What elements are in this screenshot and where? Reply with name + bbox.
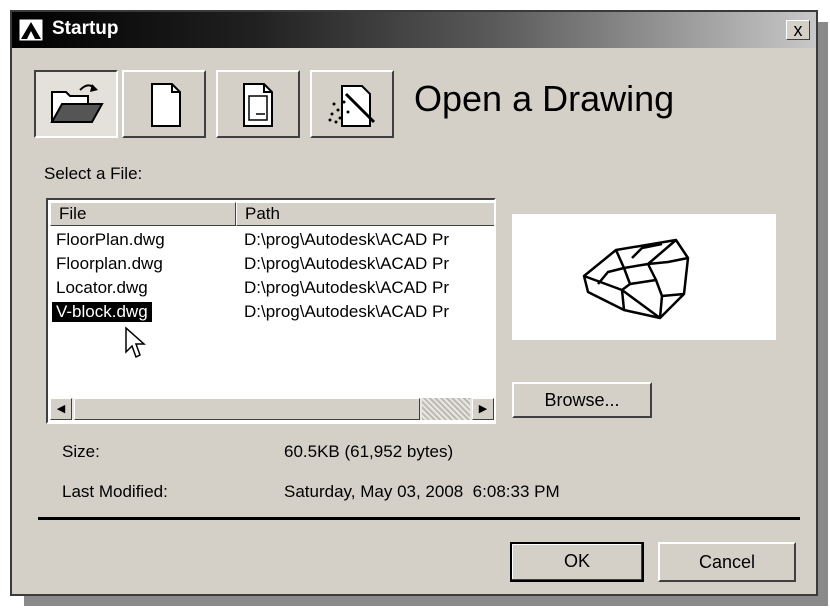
list-item-selected[interactable]: V-block.dwg D:\prog\Autodesk\ACAD Pr xyxy=(48,300,494,324)
ok-button[interactable]: OK xyxy=(510,542,644,582)
browse-button[interactable]: Browse... xyxy=(512,382,652,418)
file-name: FloorPlan.dwg xyxy=(56,230,165,249)
file-path: D:\prog\Autodesk\ACAD Pr xyxy=(244,278,450,297)
v-block-preview-image xyxy=(582,238,690,320)
list-item[interactable]: Floorplan.dwg D:\prog\Autodesk\ACAD Pr xyxy=(48,252,494,276)
file-path: D:\prog\Autodesk\ACAD Pr xyxy=(244,230,450,249)
arrow-right-icon: ▶ xyxy=(478,403,488,415)
scrollbar-track[interactable] xyxy=(422,398,470,420)
startup-dialog: Startup x Open a Drawing Select a File: … xyxy=(10,10,818,596)
use-wizard-button[interactable] xyxy=(310,70,394,138)
file-path: D:\prog\Autodesk\ACAD Pr xyxy=(244,254,450,273)
open-folder-icon xyxy=(50,84,104,123)
mouse-cursor-icon xyxy=(125,326,146,359)
column-header-file[interactable]: File xyxy=(50,202,236,226)
column-header-path[interactable]: Path xyxy=(236,202,494,226)
last-modified-label: Last Modified: xyxy=(62,482,168,501)
arrow-left-icon: ◀ xyxy=(56,403,66,415)
use-template-button[interactable] xyxy=(216,70,300,138)
scroll-left-button[interactable]: ◀ xyxy=(50,398,72,420)
select-file-label: Select a File: xyxy=(44,164,143,183)
page-heading: Open a Drawing xyxy=(414,78,675,119)
close-icon: x xyxy=(793,20,803,40)
size-label: Size: xyxy=(62,442,100,461)
autocad-app-icon xyxy=(18,18,44,42)
template-page-icon xyxy=(243,83,273,127)
wizard-icon xyxy=(328,85,376,127)
list-item[interactable]: Locator.dwg D:\prog\Autodesk\ACAD Pr xyxy=(48,276,494,300)
file-list[interactable]: File Path FloorPlan.dwg D:\prog\Autodesk… xyxy=(46,198,496,424)
start-from-scratch-button[interactable] xyxy=(122,70,206,138)
scrollbar-thumb[interactable] xyxy=(74,398,420,420)
horizontal-scrollbar[interactable]: ◀ ▶ xyxy=(50,398,494,420)
close-button[interactable]: x xyxy=(786,20,810,40)
separator xyxy=(38,517,800,520)
open-drawing-button[interactable] xyxy=(34,70,118,138)
window-title: Startup xyxy=(52,18,119,39)
file-name: Floorplan.dwg xyxy=(56,254,163,273)
blank-page-icon xyxy=(151,83,181,127)
scroll-right-button[interactable]: ▶ xyxy=(472,398,494,420)
size-value: 60.5KB (61,952 bytes) xyxy=(284,442,454,461)
drawing-preview xyxy=(512,214,776,340)
cancel-button[interactable]: Cancel xyxy=(658,542,796,582)
file-name: V-block.dwg xyxy=(52,302,152,322)
file-name: Locator.dwg xyxy=(56,278,148,297)
title-bar[interactable]: Startup x xyxy=(12,12,816,48)
list-item[interactable]: FloorPlan.dwg D:\prog\Autodesk\ACAD Pr xyxy=(48,228,494,252)
last-modified-value: Saturday, May 03, 2008 6:08:33 PM xyxy=(284,482,560,501)
file-path: D:\prog\Autodesk\ACAD Pr xyxy=(244,302,450,321)
